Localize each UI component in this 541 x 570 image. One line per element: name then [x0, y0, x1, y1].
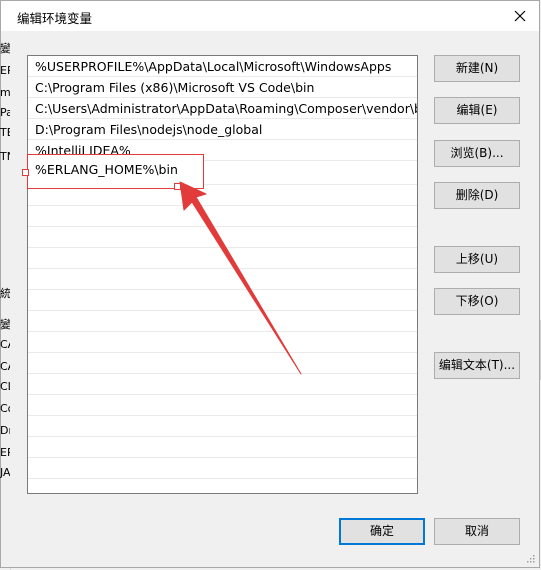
close-icon: [514, 10, 526, 22]
background-text-fragment: 變: [0, 318, 10, 331]
move-up-button[interactable]: 上移(U): [434, 246, 520, 273]
background-text-fragment: CA: [0, 338, 10, 351]
background-text-fragment: TE: [0, 126, 10, 139]
list-item-empty: [28, 395, 417, 416]
ok-button[interactable]: 确定: [339, 518, 425, 545]
new-button[interactable]: 新建(N): [434, 55, 520, 82]
browse-button[interactable]: 浏览(B)...: [434, 140, 520, 167]
title-bar: 编辑环境变量: [1, 1, 539, 31]
close-button[interactable]: [509, 5, 531, 27]
list-item-empty: [28, 227, 417, 248]
list-item-empty: [28, 458, 417, 479]
list-item[interactable]: D:\Program Files\nodejs\node_global: [28, 119, 417, 140]
list-item-empty: [28, 353, 417, 374]
path-edit-value: %ERLANG_HOME%\bin: [35, 162, 178, 177]
list-item-empty: [28, 311, 417, 332]
list-item-empty: [28, 416, 417, 437]
background-text-fragment: CL: [0, 380, 10, 393]
edit-handle-left: [22, 169, 29, 176]
path-list[interactable]: %USERPROFILE%\AppData\Local\Microsoft\Wi…: [27, 55, 418, 494]
list-item-empty: [28, 269, 417, 290]
edit-text-button[interactable]: 编辑文本(T)...: [434, 352, 520, 379]
list-item-empty: [28, 437, 417, 458]
background-text-fragment: Co: [0, 402, 10, 415]
background-text-fragment: 統: [0, 287, 10, 300]
list-item[interactable]: C:\Users\Administrator\AppData\Roaming\C…: [28, 98, 417, 119]
list-item-empty: [28, 206, 417, 227]
list-item-empty: [28, 290, 417, 311]
edit-button[interactable]: 编辑(E): [434, 97, 520, 124]
list-item[interactable]: %USERPROFILE%\AppData\Local\Microsoft\Wi…: [28, 56, 417, 77]
edit-environment-variable-dialog: 编辑环境变量 %USERPROFILE%\AppData\Local\Micro…: [0, 0, 540, 568]
background-text-fragment: Pa: [0, 106, 10, 119]
background-text-fragment: 變: [0, 42, 10, 55]
background-text-fragment: Dr: [0, 424, 10, 437]
move-down-button[interactable]: 下移(O): [434, 288, 520, 315]
delete-button[interactable]: 删除(D): [434, 182, 520, 209]
list-item-empty: [28, 374, 417, 395]
background-text-fragment: TN: [0, 150, 10, 163]
background-text-fragment: ER: [0, 64, 10, 77]
background-text-fragment: JA: [0, 466, 10, 479]
edit-handle-right: [174, 183, 181, 190]
background-text-fragment: m: [0, 86, 10, 99]
list-item[interactable]: C:\Program Files (x86)\Microsoft VS Code…: [28, 77, 417, 98]
background-text-fragment: ER: [0, 446, 10, 459]
list-item-empty: [28, 332, 417, 353]
list-item-empty: [28, 248, 417, 269]
background-text-fragment: CA: [0, 360, 10, 373]
cancel-button[interactable]: 取消: [434, 518, 520, 545]
resize-grip-icon[interactable]: [525, 553, 535, 563]
dialog-title: 编辑环境变量: [17, 11, 93, 26]
